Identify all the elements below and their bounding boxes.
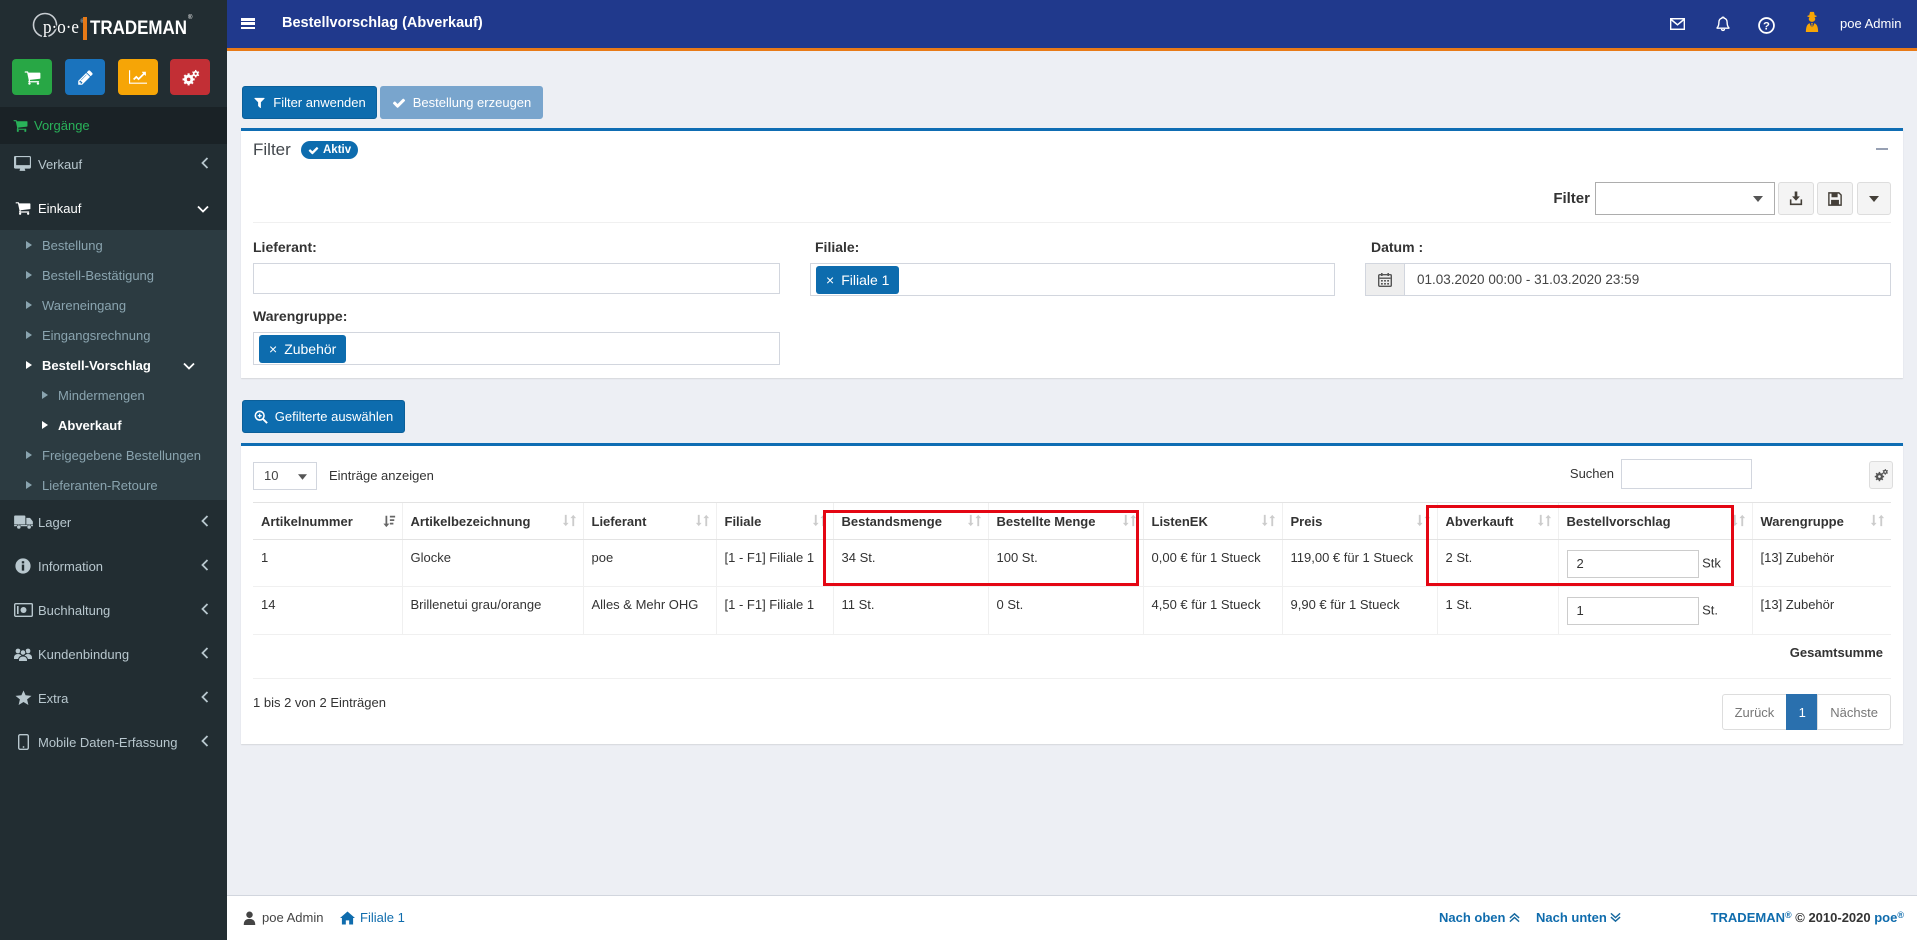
- svg-text:TRADEMAN: TRADEMAN: [90, 17, 187, 39]
- svg-text:?: ?: [1763, 21, 1770, 33]
- svg-text:p·o·e: p·o·e: [43, 17, 79, 38]
- svg-text:®: ®: [188, 14, 193, 21]
